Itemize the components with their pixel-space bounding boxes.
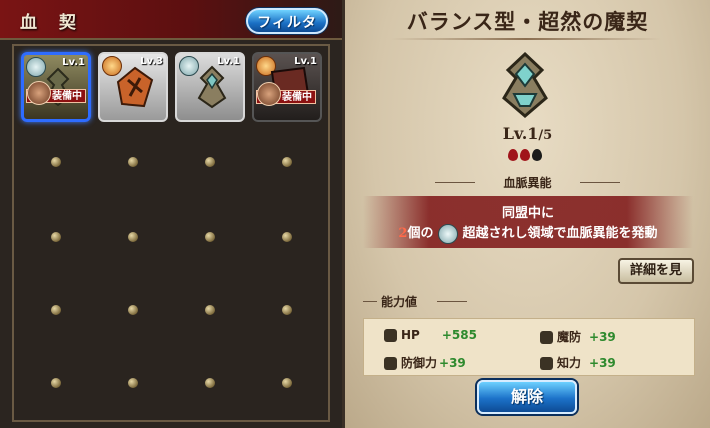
pact-card-2[interactable]: Lv.3 bbox=[98, 52, 168, 122]
blood-drop-icon bbox=[508, 149, 518, 161]
heart-icon bbox=[384, 329, 397, 342]
empty-slot[interactable] bbox=[51, 232, 61, 242]
boot-icon bbox=[540, 331, 553, 344]
detail-panel: バランス型・超然の魔契 Lv.1/5 血脈異能 同盟中に 2個の 超越されし領域… bbox=[342, 0, 710, 428]
section-divider bbox=[437, 301, 467, 302]
level-max: /5 bbox=[538, 128, 553, 143]
ability-section-title: 血脈異能 bbox=[503, 176, 552, 190]
stats-section-title: 能力値 bbox=[381, 295, 418, 309]
empty-slot[interactable] bbox=[205, 305, 215, 315]
eye-icon bbox=[438, 223, 459, 244]
avatar bbox=[27, 81, 51, 105]
ability-text-a: 個の bbox=[407, 226, 434, 241]
stat-value: +39 bbox=[439, 356, 466, 370]
inventory-header: 血 契 フィルタ bbox=[0, 0, 342, 40]
empty-slot[interactable] bbox=[282, 157, 292, 167]
pact-weapon-icon bbox=[502, 51, 548, 118]
stats-table: HP +585 魔防 +39 防御力 +39 知力 +39 bbox=[363, 318, 695, 376]
section-divider bbox=[363, 301, 377, 302]
stat-value: +39 bbox=[589, 356, 616, 370]
pact-card-4[interactable]: Lv.1 装備中 bbox=[252, 52, 322, 122]
stat-intelligence: 知力 +39 bbox=[540, 354, 616, 371]
empty-slot[interactable] bbox=[128, 232, 138, 242]
empty-slot[interactable] bbox=[205, 378, 215, 388]
inventory-panel: 血 契 フィルタ Lv.1 装備中 Lv.3 Lv.1 Lv.1 装備中 bbox=[0, 0, 342, 428]
filter-button[interactable]: フィルタ bbox=[246, 8, 328, 34]
pact-card-3[interactable]: Lv.1 bbox=[175, 52, 245, 122]
pact-weapon-icon bbox=[197, 65, 227, 109]
inventory-title: 血 契 bbox=[20, 13, 84, 33]
empty-slot[interactable] bbox=[128, 378, 138, 388]
blood-drop-icon bbox=[532, 149, 542, 161]
title-divider bbox=[391, 38, 661, 40]
pact-card-1[interactable]: Lv.1 装備中 bbox=[21, 52, 91, 122]
ability-text-b: 超越されし領域で血脈異能を発動 bbox=[462, 226, 658, 241]
stat-hp: HP +585 bbox=[384, 328, 477, 342]
empty-slot[interactable] bbox=[205, 232, 215, 242]
unequip-button[interactable]: 解除 bbox=[477, 380, 577, 414]
empty-slot[interactable] bbox=[51, 305, 61, 315]
stat-label: 魔防 bbox=[557, 330, 582, 344]
shield-icon bbox=[384, 357, 397, 370]
pact-name: バランス型・超然の魔契 bbox=[406, 9, 649, 34]
level-value: Lv.1 bbox=[502, 124, 539, 143]
ability-line1: 同盟中に bbox=[501, 206, 554, 221]
avatar bbox=[257, 82, 281, 106]
blood-rank bbox=[507, 146, 543, 165]
ability-line2: 2個の 超越されし領域で血脈異能を発動 bbox=[363, 222, 693, 244]
pact-weapon-icon bbox=[116, 66, 154, 108]
blood-drop-icon bbox=[520, 149, 530, 161]
stat-value: +39 bbox=[589, 330, 616, 344]
empty-slot[interactable] bbox=[282, 305, 292, 315]
stat-label: HP bbox=[401, 328, 420, 342]
empty-slot[interactable] bbox=[51, 157, 61, 167]
stat-label: 知力 bbox=[557, 356, 582, 370]
empty-slot[interactable] bbox=[282, 378, 292, 388]
ability-banner: 同盟中に 2個の 超越されし領域で血脈異能を発動 bbox=[363, 196, 693, 248]
section-divider bbox=[580, 182, 620, 183]
stat-value: +585 bbox=[441, 328, 477, 342]
book-icon bbox=[540, 357, 553, 370]
stat-label: 防御力 bbox=[401, 356, 438, 370]
pact-level: Lv.1/5 bbox=[345, 124, 710, 143]
stat-defense: 防御力 +39 bbox=[384, 354, 466, 371]
view-details-button[interactable]: 詳細を見 bbox=[618, 258, 694, 284]
empty-slot[interactable] bbox=[128, 305, 138, 315]
empty-slot[interactable] bbox=[205, 157, 215, 167]
empty-slot[interactable] bbox=[282, 232, 292, 242]
empty-slot[interactable] bbox=[51, 378, 61, 388]
empty-slot[interactable] bbox=[128, 157, 138, 167]
stat-magic-defense: 魔防 +39 bbox=[540, 328, 616, 345]
